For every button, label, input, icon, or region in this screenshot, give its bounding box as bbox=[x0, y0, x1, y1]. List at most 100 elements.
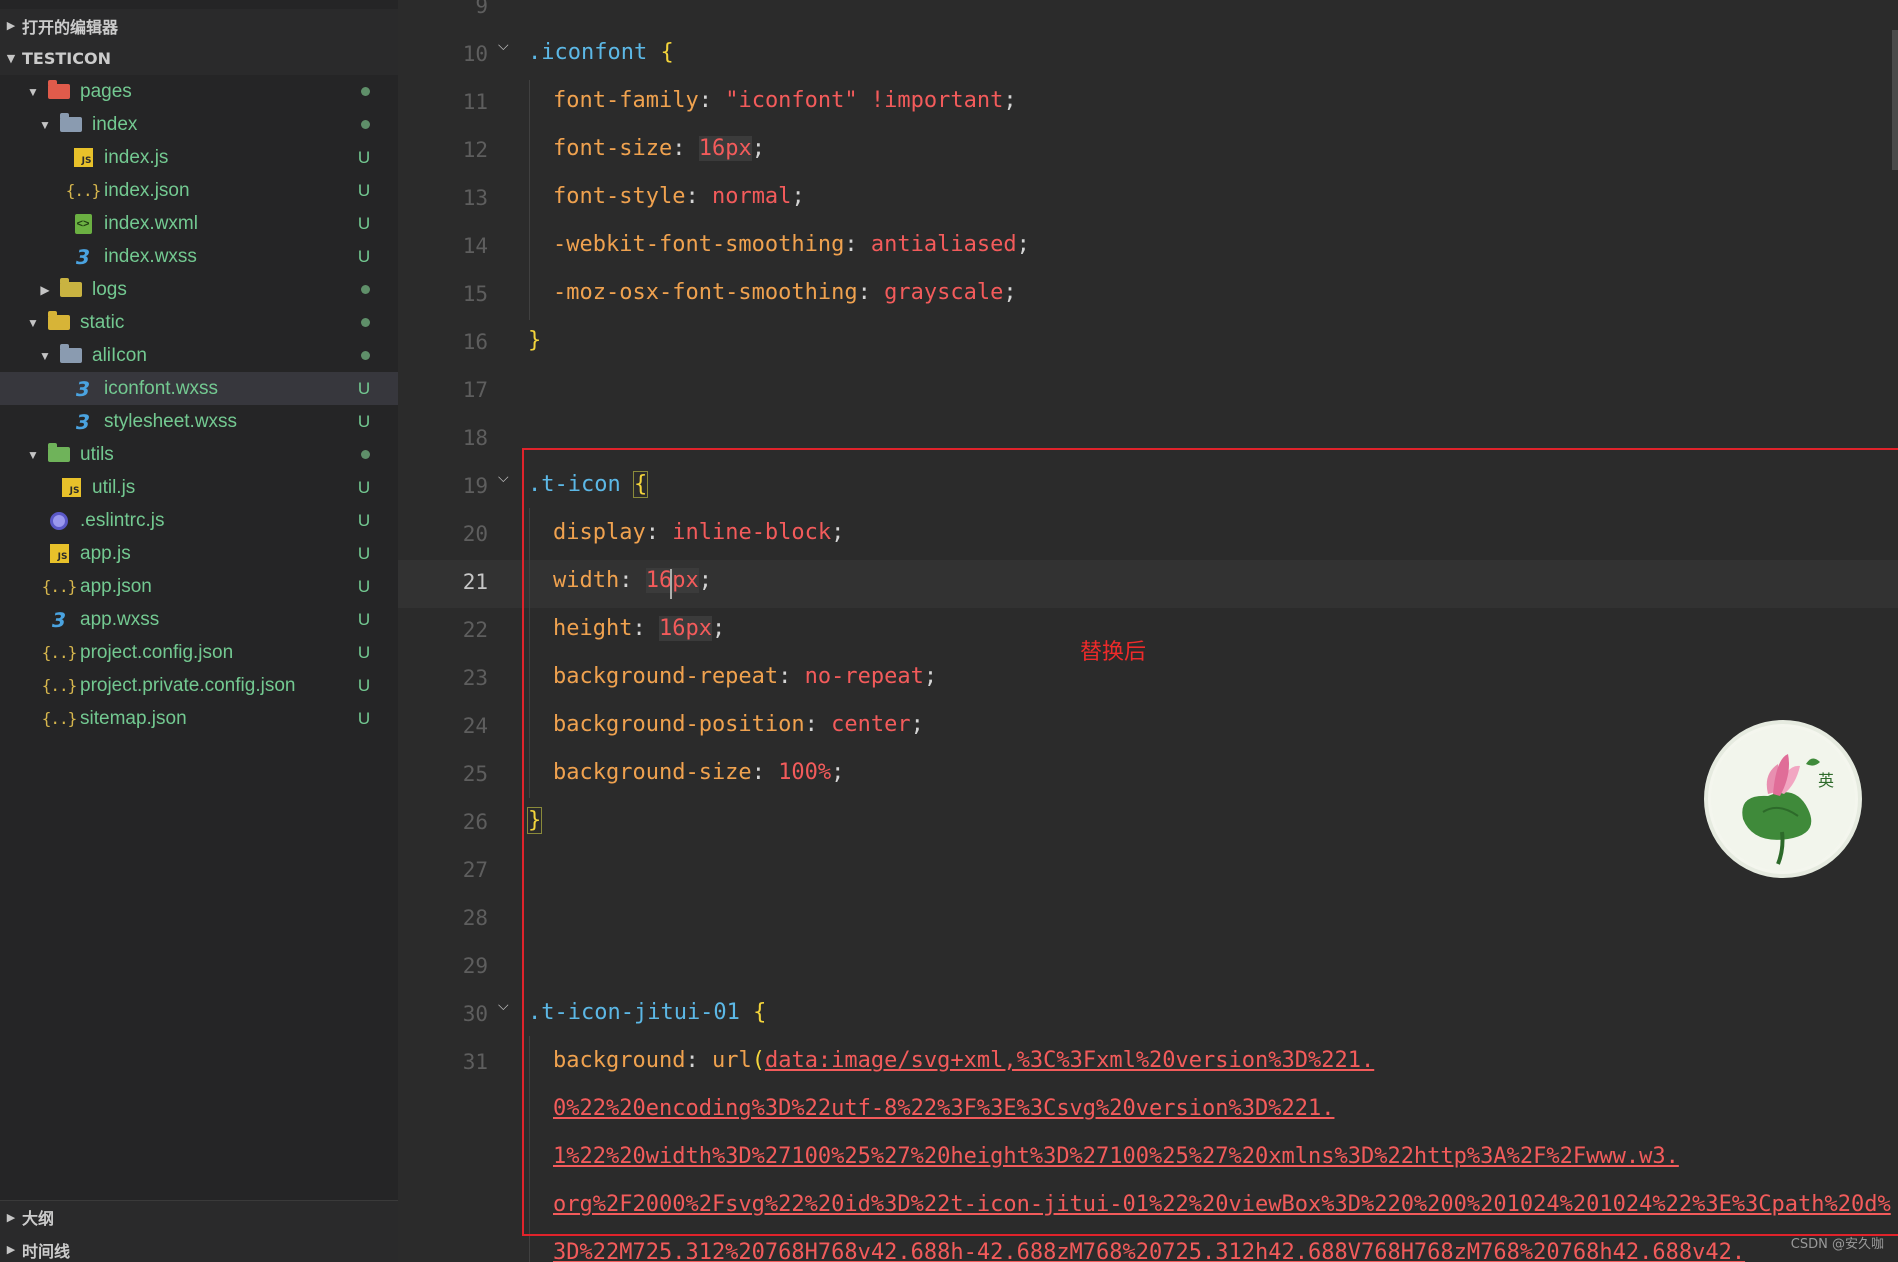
untracked-badge: U bbox=[357, 708, 371, 728]
file-tree: ▼ pages ▼ index JS index.js U {..} index.json U <>… bbox=[0, 75, 398, 735]
modified-dot bbox=[361, 318, 370, 327]
line-number: 26 bbox=[462, 810, 488, 834]
chevron-right-icon[interactable]: ▶ bbox=[38, 283, 52, 297]
modified-dot bbox=[361, 120, 370, 129]
watermark: CSDN @安久咖 bbox=[1790, 1237, 1884, 1252]
tree-item-label: iconfont.wxss bbox=[104, 377, 219, 399]
untracked-badge: U bbox=[357, 642, 371, 662]
chevron-down-icon[interactable]: ▼ bbox=[26, 448, 40, 462]
tree-item-app-wxss[interactable]: 3 app.wxss U bbox=[0, 603, 398, 636]
line-number: 20 bbox=[462, 522, 488, 546]
tree-item-index-wxss[interactable]: 3 index.wxss U bbox=[0, 240, 398, 273]
fold-chevron-icon[interactable]: ⌵ bbox=[498, 38, 509, 54]
untracked-badge: U bbox=[357, 543, 371, 563]
line-number: 11 bbox=[462, 90, 488, 114]
tree-item-app-js[interactable]: JS app.js U bbox=[0, 537, 398, 570]
tree-item-eslintrc-js[interactable]: .eslintrc.js U bbox=[0, 504, 398, 537]
wxml-file-icon: <> bbox=[72, 213, 94, 235]
tree-item-label: index.wxss bbox=[104, 245, 197, 267]
chevron-down-icon[interactable]: ▼ bbox=[26, 316, 40, 330]
chevron-down-icon[interactable]: ▼ bbox=[38, 349, 52, 363]
tree-item-app-json[interactable]: {..} app.json U bbox=[0, 570, 398, 603]
code-line[interactable]: 9 bbox=[398, 0, 1898, 32]
indent-guide bbox=[529, 80, 530, 320]
line-number: 29 bbox=[462, 954, 488, 978]
code-line[interactable]: 14 -webkit-font-smoothing: antialiased; bbox=[398, 224, 1898, 272]
tree-item-index-js[interactable]: JS index.js U bbox=[0, 141, 398, 174]
line-number: 14 bbox=[462, 234, 488, 258]
code-line[interactable]: 12 font-size: 16px; bbox=[398, 128, 1898, 176]
code-line[interactable]: 16} bbox=[398, 320, 1898, 368]
outline-header[interactable]: ▶ 大纲 bbox=[0, 1200, 398, 1233]
modified-dot bbox=[361, 285, 370, 294]
tree-item-label: app.js bbox=[80, 542, 131, 564]
code-line-wrapped[interactable]: 3D%22M725.312%20768H768v42.688h-42.688zM… bbox=[398, 1232, 1898, 1262]
open-editors-label: 打开的编辑器 bbox=[22, 17, 119, 37]
code-text: -webkit-font-smoothing: antialiased; bbox=[553, 232, 1030, 257]
tree-item-util-js[interactable]: JS util.js U bbox=[0, 471, 398, 504]
code-text: .iconfont { bbox=[528, 40, 674, 65]
outline-label: 大纲 bbox=[22, 1209, 55, 1228]
chevron-down-icon[interactable]: ▼ bbox=[26, 85, 40, 99]
tree-item-label: project.private.config.json bbox=[80, 674, 296, 696]
modified-dot bbox=[361, 450, 370, 459]
untracked-badge: U bbox=[357, 147, 371, 167]
tree-item-label: index.js bbox=[104, 146, 169, 168]
code-line[interactable]: 17 bbox=[398, 368, 1898, 416]
tree-item-index-wxml[interactable]: <> index.wxml U bbox=[0, 207, 398, 240]
chevron-right-icon: ▶ bbox=[6, 1210, 16, 1224]
line-number: 23 bbox=[462, 666, 488, 690]
fold-chevron-icon[interactable]: ⌵ bbox=[498, 998, 509, 1014]
code-line[interactable]: 15 -moz-osx-font-smoothing: grayscale; bbox=[398, 272, 1898, 320]
timeline-label: 时间线 bbox=[22, 1241, 71, 1261]
tree-item-aliIcon[interactable]: ▼ aliIcon bbox=[0, 339, 398, 372]
chevron-down-icon[interactable]: ▼ bbox=[38, 118, 52, 132]
line-number: 15 bbox=[462, 282, 488, 306]
code-text: 3D%22M725.312%20768H768v42.688h-42.688zM… bbox=[553, 1240, 1746, 1262]
tree-item-project-private-config-json[interactable]: {..} project.private.config.json U bbox=[0, 669, 398, 702]
tree-item-label: sitemap.json bbox=[80, 707, 187, 729]
open-editors-header[interactable]: ▶ 打开的编辑器 bbox=[0, 9, 398, 42]
project-header[interactable]: ▼ TESTICON bbox=[0, 42, 398, 75]
tree-item-index[interactable]: ▼ index bbox=[0, 108, 398, 141]
line-number: 30 bbox=[462, 1002, 488, 1026]
highlight-box bbox=[522, 448, 1898, 1236]
code-line[interactable]: 11 font-family: "iconfont" !important; bbox=[398, 80, 1898, 128]
untracked-badge: U bbox=[357, 675, 371, 695]
line-number: 10 bbox=[462, 42, 488, 66]
lotus-logo-graphic: 英 bbox=[1711, 727, 1855, 871]
eslint-file-icon bbox=[48, 510, 70, 532]
untracked-badge: U bbox=[357, 378, 371, 398]
timeline-header[interactable]: ▶ 时间线 bbox=[0, 1233, 398, 1262]
js-file-icon: JS bbox=[48, 543, 70, 565]
fold-chevron-icon[interactable]: ⌵ bbox=[498, 470, 509, 486]
tree-item-stylesheet-wxss[interactable]: 3 stylesheet.wxss U bbox=[0, 405, 398, 438]
tree-item-index-json[interactable]: {..} index.json U bbox=[0, 174, 398, 207]
tree-item-sitemap-json[interactable]: {..} sitemap.json U bbox=[0, 702, 398, 735]
tree-item-label: stylesheet.wxss bbox=[104, 410, 238, 432]
untracked-badge: U bbox=[357, 609, 371, 629]
json-file-icon: {..} bbox=[41, 676, 78, 695]
folder-icon bbox=[60, 113, 82, 136]
editor-scrollbar[interactable] bbox=[1892, 30, 1898, 170]
code-text: font-size: 16px; bbox=[553, 136, 765, 161]
code-line[interactable]: 13 font-style: normal; bbox=[398, 176, 1898, 224]
tree-item-static[interactable]: ▼ static bbox=[0, 306, 398, 339]
untracked-badge: U bbox=[357, 246, 371, 266]
tree-item-label: app.wxss bbox=[80, 608, 160, 630]
tree-item-pages[interactable]: ▼ pages bbox=[0, 75, 398, 108]
tree-item-project-config-json[interactable]: {..} project.config.json U bbox=[0, 636, 398, 669]
folder-pages-icon bbox=[48, 80, 70, 103]
tree-item-label: index.json bbox=[104, 179, 190, 201]
json-file-icon: {..} bbox=[41, 709, 78, 728]
untracked-badge: U bbox=[357, 576, 371, 596]
untracked-badge: U bbox=[357, 213, 371, 233]
tree-item-iconfont-wxss[interactable]: 3 iconfont.wxss U bbox=[0, 372, 398, 405]
tree-item-logs[interactable]: ▶ logs bbox=[0, 273, 398, 306]
tree-item-label: pages bbox=[80, 80, 132, 102]
tree-item-label: logs bbox=[92, 278, 127, 300]
code-line[interactable]: 10 ⌵ .iconfont { bbox=[398, 32, 1898, 80]
json-file-icon: {..} bbox=[65, 181, 102, 200]
badge-char: 英 bbox=[1818, 771, 1834, 790]
tree-item-utils[interactable]: ▼ utils bbox=[0, 438, 398, 471]
